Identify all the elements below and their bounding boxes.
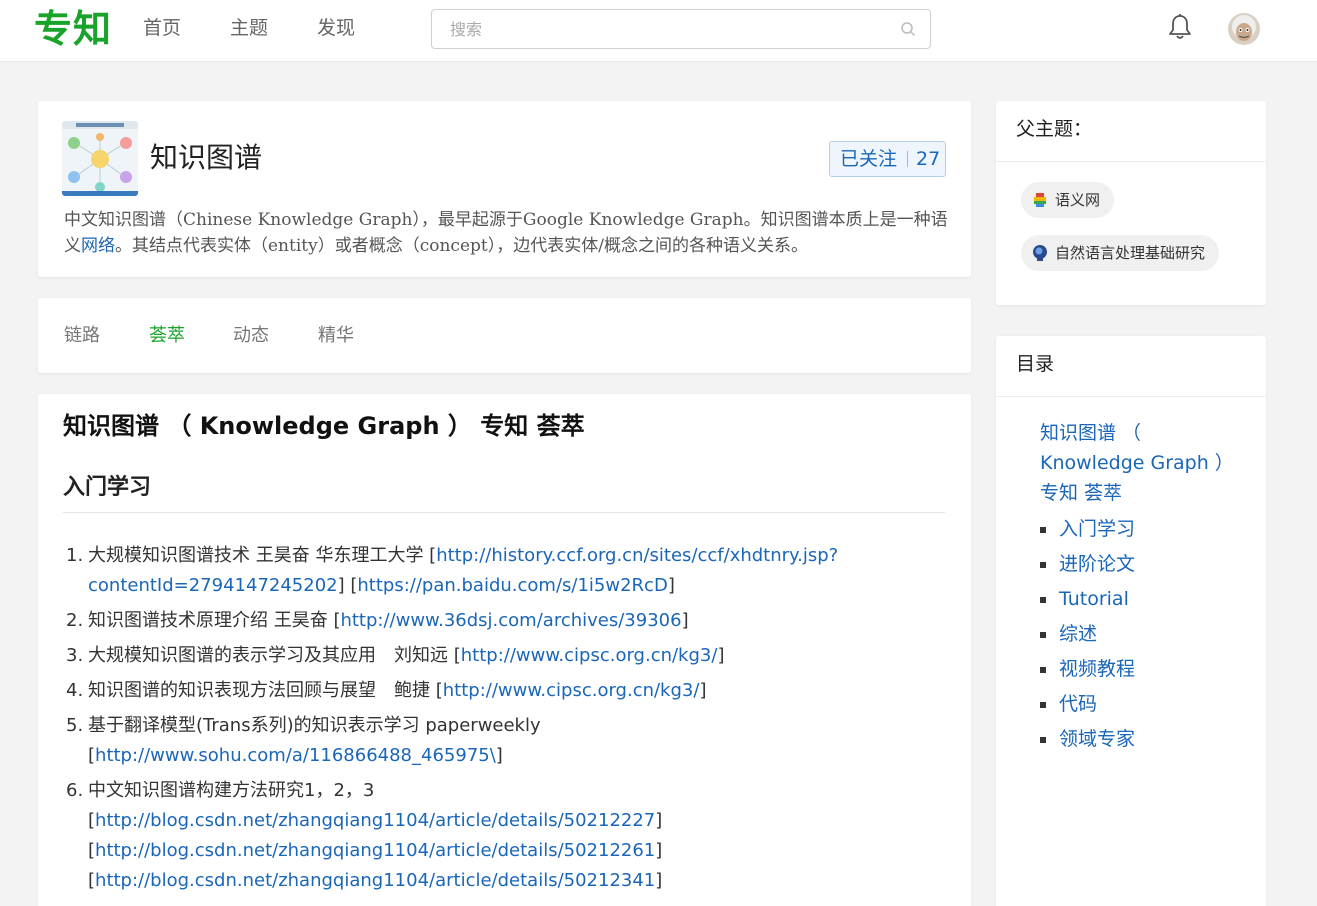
item-text: 大规模知识图谱技术 王昊奋 华东理工大学 [ [88, 545, 437, 566]
list-item: 2. 知识图谱技术原理介绍 王昊奋 [http://www.36dsj.com/… [66, 606, 946, 636]
knowledge-graph-image-icon [62, 121, 138, 196]
item-text: 知识图谱的知识表现方法回顾与展望 鲍捷 [ [88, 680, 443, 701]
follow-divider [907, 151, 909, 167]
tab-activity[interactable]: 动态 [233, 323, 269, 349]
parent-topic-semantic-web[interactable]: 语义网 [1021, 182, 1115, 218]
list-item: 5. 基于翻译模型(Trans系列)的知识表示学习 paperweekly [ht… [66, 711, 946, 771]
list-item: 3. 大规模知识图谱的表示学习及其应用 刘知远 [http://www.cips… [66, 641, 946, 671]
nav-discover[interactable]: 发现 [317, 15, 355, 41]
toc-link[interactable]: 代码 [1059, 693, 1097, 715]
divider [996, 161, 1266, 162]
list-item: 6. 中文知识图谱构建方法研究1，2，3 [http://blog.csdn.ne… [66, 776, 946, 896]
nav-topics[interactable]: 主题 [230, 15, 268, 41]
toc-link[interactable]: 进阶论文 [1059, 553, 1135, 575]
resource-list: 1. 大规模知识图谱技术 王昊奋 华东理工大学 [http://history.… [66, 541, 946, 901]
toc-item: 入门学习 [1040, 512, 1135, 547]
divider [996, 396, 1266, 397]
site-logo[interactable]: 专知 [34, 5, 112, 53]
bell-icon[interactable] [1167, 13, 1193, 41]
toc-title: 目录 [1016, 353, 1055, 375]
list-number: 3. [66, 645, 84, 666]
avatar-face-icon [1228, 13, 1260, 45]
toc-link-main[interactable]: 知识图谱 （ Knowledge Graph ） 专知 荟萃 [1040, 418, 1240, 508]
list-number: 6. [66, 780, 84, 801]
tab-links[interactable]: 链路 [64, 323, 100, 349]
toc-item: 进阶论文 [1040, 547, 1135, 582]
pill-label: 自然语言处理基础研究 [1055, 244, 1206, 262]
table-of-contents: 目录 知识图谱 （ Knowledge Graph ） 专知 荟萃 入门学习 进… [996, 336, 1266, 906]
toc-link[interactable]: 领域专家 [1059, 728, 1135, 750]
topic-tabs: 链路 荟萃 动态 精华 [38, 298, 971, 373]
search-input[interactable] [432, 10, 872, 48]
list-item: 4. 知识图谱的知识表现方法回顾与展望 鲍捷 [http://www.cipsc… [66, 676, 946, 706]
toc-item: Tutorial [1040, 582, 1135, 617]
toc-item: 综述 [1040, 617, 1135, 652]
parent-topic-nlp[interactable]: 自然语言处理基础研究 [1021, 235, 1220, 271]
item-text: 中文知识图谱构建方法研究1，2，3 [88, 780, 375, 801]
list-number: 2. [66, 610, 84, 631]
item-link[interactable]: http://www.cipsc.org.cn/kg3/ [461, 645, 718, 666]
topic-thumbnail [62, 121, 138, 196]
parent-topics-card: 父主题： 语义网 自然语言处理基础研究 [996, 101, 1266, 305]
toc-item: 视频教程 [1040, 652, 1135, 687]
article-title: 知识图谱 （ Knowledge Graph ） 专知 荟萃 [63, 412, 585, 440]
pill-label: 语义网 [1055, 191, 1101, 209]
section-heading-intro: 入门学习 [63, 475, 152, 500]
follower-count: 27 [916, 148, 941, 170]
item-link[interactable]: http://blog.csdn.net/zhangqiang1104/arti… [95, 840, 655, 861]
follow-button[interactable]: 已关注 27 [829, 141, 946, 177]
list-number: 1. [66, 545, 84, 566]
item-text: 大规模知识图谱的表示学习及其应用 刘知远 [ [88, 645, 461, 666]
toc-link[interactable]: 综述 [1059, 623, 1097, 645]
toc-item: 领域专家 [1040, 722, 1135, 757]
desc-text-end: 。其结点代表实体（entity）或者概念（concept），边代表实体/概念之间… [115, 236, 808, 256]
desc-link-network[interactable]: 网络 [81, 236, 115, 256]
toc-list: 入门学习 进阶论文 Tutorial 综述 视频教程 代码 领域专家 [1040, 512, 1135, 757]
semantic-web-icon [1034, 193, 1046, 207]
nav-home[interactable]: 首页 [143, 15, 181, 41]
topic-description: 中文知识图谱（Chinese Knowledge Graph），最早起源于Goo… [64, 207, 954, 259]
tab-featured[interactable]: 精华 [318, 323, 354, 349]
item-link[interactable]: http://www.cipsc.org.cn/kg3/ [443, 680, 700, 701]
topic-title: 知识图谱 [150, 141, 263, 174]
toc-link[interactable]: 视频教程 [1059, 658, 1135, 680]
item-text: 知识图谱技术原理介绍 王昊奋 [ [88, 610, 341, 631]
topic-card: 知识图谱 已关注 27 中文知识图谱（Chinese Knowledge Grap… [38, 101, 971, 277]
brain-head-icon [1033, 245, 1047, 261]
search-icon[interactable] [900, 21, 916, 37]
parent-topics-title: 父主题： [1016, 118, 1093, 140]
toc-link[interactable]: Tutorial [1059, 588, 1129, 610]
item-link[interactable]: http://www.sohu.com/a/116866488_465975\ [95, 745, 496, 766]
search-box [431, 9, 931, 49]
toc-item: 代码 [1040, 687, 1135, 722]
list-item: 1. 大规模知识图谱技术 王昊奋 华东理工大学 [http://history.… [66, 541, 946, 601]
item-text: 基于翻译模型(Trans系列)的知识表示学习 paperweekly [88, 715, 541, 736]
toc-link[interactable]: 入门学习 [1059, 518, 1135, 540]
item-link[interactable]: http://blog.csdn.net/zhangqiang1104/arti… [95, 810, 655, 831]
item-link[interactable]: http://www.36dsj.com/archives/39306 [340, 610, 681, 631]
section-divider [63, 512, 945, 513]
item-link[interactable]: https://pan.baidu.com/s/1i5w2RcD [357, 575, 667, 596]
content-card: 知识图谱 （ Knowledge Graph ） 专知 荟萃 入门学习 1. 大… [38, 394, 971, 906]
follow-label: 已关注 [840, 148, 898, 170]
item-link[interactable]: http://blog.csdn.net/zhangqiang1104/arti… [95, 870, 655, 891]
tab-collection[interactable]: 荟萃 [149, 323, 185, 349]
list-number: 4. [66, 680, 84, 701]
avatar[interactable] [1228, 13, 1260, 45]
list-number: 5. [66, 715, 84, 736]
top-navigation-bar: 专知 首页 主题 发现 [0, 0, 1317, 62]
